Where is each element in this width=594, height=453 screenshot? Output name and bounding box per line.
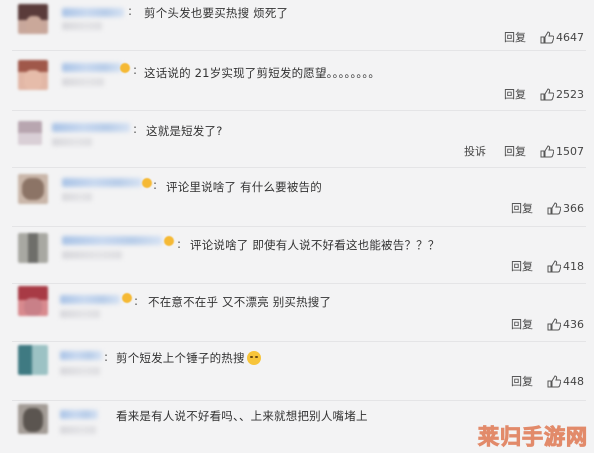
comment-text-body: 剪个短发上个锤子的热搜 (116, 351, 245, 365)
divider (12, 400, 586, 401)
like-button[interactable]: 436 (547, 318, 584, 331)
username[interactable] (62, 178, 142, 187)
vip-badge-icon (120, 63, 130, 73)
username[interactable] (60, 295, 120, 304)
divider (12, 226, 586, 227)
avatar[interactable] (18, 4, 48, 34)
thumbs-up-icon (547, 201, 561, 214)
comment-text: 评论里说啥了 有什么要被告的 (166, 180, 322, 194)
comment-actions: 回复 448 (511, 373, 584, 389)
divider (12, 341, 586, 342)
thumbs-up-icon (540, 144, 554, 157)
like-count: 1507 (556, 144, 584, 158)
avatar[interactable] (18, 286, 48, 316)
comment-text: 剪个短发上个锤子的热搜 (116, 350, 261, 366)
like-button[interactable]: 4647 (540, 31, 584, 44)
watermark-logo: 莱归手游网 (478, 425, 588, 450)
divider (12, 50, 586, 51)
divider (12, 110, 586, 111)
avatar[interactable] (18, 60, 48, 90)
divider (12, 283, 586, 284)
username[interactable] (62, 63, 122, 72)
user-meta (60, 426, 96, 434)
crying-face-emoji-icon (246, 351, 261, 365)
user-meta (62, 78, 104, 86)
like-count: 4647 (556, 30, 584, 44)
comment-actions: 回复 366 (511, 200, 584, 216)
separator: : (133, 63, 138, 77)
avatar[interactable] (18, 404, 48, 434)
like-button[interactable]: 418 (547, 260, 584, 273)
comment-actions: 回复 436 (511, 316, 584, 332)
like-count: 2523 (556, 87, 584, 101)
comment-actions: 回复 4647 (504, 29, 584, 45)
reply-button[interactable]: 回复 (511, 200, 533, 216)
thumbs-up-icon (547, 259, 561, 272)
separator: : (104, 350, 109, 364)
thumbs-up-icon (540, 30, 554, 43)
avatar[interactable] (18, 121, 42, 145)
reply-button[interactable]: 回复 (504, 86, 526, 102)
vip-badge-icon (164, 236, 174, 246)
reply-button[interactable]: 回复 (511, 258, 533, 274)
like-count: 418 (563, 259, 584, 273)
report-button[interactable]: 投诉 (464, 143, 486, 159)
username[interactable] (60, 410, 98, 419)
thumbs-up-icon (547, 374, 561, 387)
comment-actions: 回复 2523 (504, 86, 584, 102)
comment-text: 这就是短发了? (146, 124, 223, 138)
user-meta (62, 251, 122, 259)
username[interactable] (52, 123, 130, 132)
separator: : (134, 294, 139, 308)
like-button[interactable]: 448 (547, 375, 584, 388)
username[interactable] (62, 8, 124, 17)
comment-actions: 投诉 回复 1507 (464, 143, 584, 159)
comment-text: 看来是有人说不好看吗、、上来就想把别人嘴堵上 (116, 409, 368, 423)
separator: : (153, 178, 158, 192)
reply-button[interactable]: 回复 (504, 143, 526, 159)
avatar[interactable] (18, 233, 48, 263)
comment-text: 评论说啥了 即使有人说不好看这也能被告？？？ (190, 238, 440, 252)
reply-button[interactable]: 回复 (511, 316, 533, 332)
comment-text: 剪个头发也要买热搜 烦死了 (144, 6, 289, 20)
thumbs-up-icon (547, 317, 561, 330)
like-count: 366 (563, 201, 584, 215)
separator: : (128, 4, 133, 18)
separator: : (177, 237, 182, 251)
like-button[interactable]: 2523 (540, 88, 584, 101)
comment-text: 不在意不在乎 又不漂亮 别买热搜了 (148, 295, 332, 309)
user-meta (52, 138, 92, 146)
username[interactable] (60, 351, 102, 360)
vip-badge-icon (122, 293, 132, 303)
user-meta (62, 193, 92, 201)
comment-text: 这话说的 21岁实现了剪短发的愿望。。。。。。。。 (144, 66, 381, 80)
user-meta (62, 22, 102, 30)
separator: : (133, 122, 138, 136)
avatar[interactable] (18, 174, 48, 204)
username[interactable] (62, 236, 162, 245)
like-button[interactable]: 366 (547, 202, 584, 215)
reply-button[interactable]: 回复 (504, 29, 526, 45)
vip-badge-icon (142, 178, 152, 188)
like-count: 436 (563, 317, 584, 331)
comment-actions: 回复 418 (511, 258, 584, 274)
like-count: 448 (563, 374, 584, 388)
reply-button[interactable]: 回复 (511, 373, 533, 389)
avatar[interactable] (18, 345, 48, 375)
thumbs-up-icon (540, 87, 554, 100)
user-meta (60, 367, 100, 375)
divider (12, 167, 586, 168)
like-button[interactable]: 1507 (540, 145, 584, 158)
user-meta (60, 310, 100, 318)
